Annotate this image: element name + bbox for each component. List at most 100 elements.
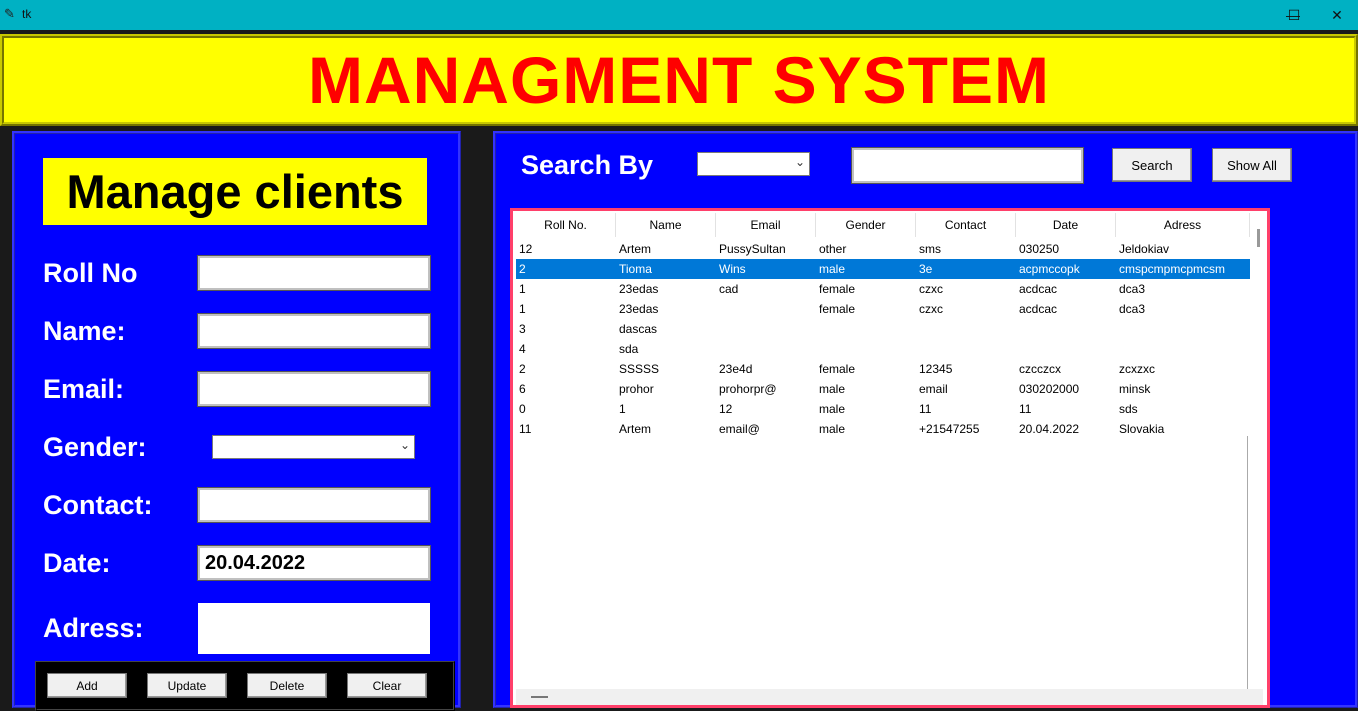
vertical-scrollbar-thumb[interactable] bbox=[1257, 229, 1260, 247]
email-input[interactable] bbox=[197, 371, 431, 407]
table-cell: 3e bbox=[919, 262, 933, 276]
table-cell: 1 bbox=[619, 402, 626, 416]
table-row[interactable]: 11 Artem email@ male +21547255 20.04.2022 Slov… bbox=[516, 419, 1250, 439]
table-row[interactable]: 12 Artem PussySultan other sms 030250 Jeldokia… bbox=[516, 239, 1250, 259]
table-cell: minsk bbox=[1119, 382, 1151, 396]
search-button[interactable]: Search bbox=[1112, 148, 1192, 182]
column-header[interactable]: Gender bbox=[816, 213, 916, 237]
maximize-button[interactable]: ☐ bbox=[1272, 0, 1316, 30]
gender-select[interactable]: ⌄ bbox=[212, 435, 415, 459]
clients-table: Roll No. Name Email Gender Contact Date Adress… bbox=[516, 213, 1250, 688]
adress-textarea[interactable] bbox=[198, 603, 430, 654]
table-cell: 4 bbox=[519, 342, 526, 356]
table-cell: female bbox=[819, 362, 856, 376]
table-cell: Slovakia bbox=[1119, 422, 1165, 436]
table-cell: sda bbox=[619, 342, 639, 356]
column-header[interactable]: Name bbox=[616, 213, 716, 237]
table-cell: 12345 bbox=[919, 362, 953, 376]
date-input[interactable]: 20.04.2022 bbox=[197, 545, 431, 581]
table-cell: PussySultan bbox=[719, 242, 786, 256]
table-cell: 12 bbox=[719, 402, 733, 416]
table-row[interactable]: 3 dascas bbox=[516, 319, 1250, 339]
table-cell: cad bbox=[719, 282, 739, 296]
chevron-down-icon: ⌄ bbox=[399, 438, 410, 452]
app-header: MANAGMENT SYSTEM bbox=[0, 34, 1358, 126]
roll-no-label: Roll No bbox=[43, 258, 138, 288]
table-cell: prohorpr@ bbox=[719, 382, 777, 396]
table-cell: 0 bbox=[519, 402, 526, 416]
clear-button[interactable]: Clear bbox=[347, 673, 427, 698]
table-cell: 23e4d bbox=[719, 362, 753, 376]
table-cell: 3 bbox=[519, 322, 526, 336]
table-cell: 11 bbox=[919, 402, 932, 416]
action-button-bar: Add Update Delete Clear bbox=[35, 661, 455, 711]
table-cell: 1 bbox=[519, 302, 526, 316]
show-all-button[interactable]: Show All bbox=[1212, 148, 1292, 182]
table-row[interactable]: 0 1 12 male 11 11 sds bbox=[516, 399, 1250, 419]
table-cell: male bbox=[819, 422, 846, 436]
table-cell: 6 bbox=[519, 382, 526, 396]
column-header[interactable]: Roll No. bbox=[516, 213, 616, 237]
table-cell: 23edas bbox=[619, 302, 659, 316]
column-header[interactable]: Date bbox=[1016, 213, 1116, 237]
adress-label: Adress: bbox=[43, 613, 144, 643]
close-button[interactable]: ✕ bbox=[1316, 0, 1358, 30]
window-title: tk bbox=[22, 7, 32, 21]
update-button[interactable]: Update bbox=[147, 673, 227, 698]
column-header[interactable]: Email bbox=[716, 213, 816, 237]
table-row[interactable]: 6 prohor prohorpr@ male email 030202000 minsk bbox=[516, 379, 1250, 399]
table-cell: sds bbox=[1119, 402, 1138, 416]
table-cell: other bbox=[819, 242, 847, 256]
window-titlebar: ✎ tk — ☐ ✕ bbox=[0, 0, 1358, 30]
table-cell: female bbox=[819, 282, 856, 296]
search-by-label: Search By bbox=[521, 150, 654, 180]
table-cell: Jeldokiav bbox=[1119, 242, 1170, 256]
table-row[interactable]: 1 23edas female czxc acdcac dca3 bbox=[516, 299, 1250, 319]
table-cell: czxc bbox=[919, 302, 943, 316]
table-cell: czcczcx bbox=[1019, 362, 1061, 376]
table-cell: email bbox=[919, 382, 948, 396]
table-cell: Artem bbox=[619, 422, 652, 436]
roll-no-input[interactable] bbox=[197, 255, 431, 291]
column-header[interactable]: Adress bbox=[1116, 213, 1250, 237]
table-cell: male bbox=[819, 382, 846, 396]
table-cell: email@ bbox=[719, 422, 760, 436]
app-title: MANAGMENT SYSTEM bbox=[308, 43, 1050, 117]
table-cell: 2 bbox=[519, 262, 526, 276]
clients-table-frame: Roll No. Name Email Gender Contact Date Adress… bbox=[510, 208, 1270, 708]
name-input[interactable] bbox=[197, 313, 431, 349]
horizontal-scrollbar-thumb[interactable] bbox=[531, 696, 548, 698]
table-row[interactable]: 1 23edas cad female czxc acdcac dca3 bbox=[516, 279, 1250, 299]
table-cell: female bbox=[819, 302, 856, 316]
table-cell: +21547255 bbox=[919, 422, 980, 436]
table-cell: 23edas bbox=[619, 282, 659, 296]
table-cell: acdcac bbox=[1019, 302, 1058, 316]
table-cell: 2 bbox=[519, 362, 526, 376]
table-cell: 030202000 bbox=[1019, 382, 1080, 396]
table-header: Roll No. Name Email Gender Contact Date Adress bbox=[516, 213, 1250, 237]
email-label: Email: bbox=[43, 374, 125, 404]
table-cell: dca3 bbox=[1119, 302, 1146, 316]
search-by-select[interactable]: ⌄ bbox=[697, 152, 810, 176]
table-cell: Tioma bbox=[619, 262, 652, 276]
table-cell: 11 bbox=[1019, 402, 1032, 416]
add-button[interactable]: Add bbox=[47, 673, 127, 698]
table-row[interactable]: 4 sda bbox=[516, 339, 1250, 359]
table-cell: zcxzxc bbox=[1119, 362, 1155, 376]
table-cell: prohor bbox=[619, 382, 654, 396]
table-row[interactable]: 2 Tioma Wins male 3e acpmccopk cmspcmpmcpmcsm bbox=[516, 259, 1250, 279]
contact-input[interactable] bbox=[197, 487, 431, 523]
table-cell: cmspcmpmcpmcsm bbox=[1119, 262, 1226, 276]
table-cell: SSSSS bbox=[619, 362, 660, 376]
table-cell: 1 bbox=[519, 282, 526, 296]
search-input[interactable] bbox=[851, 147, 1084, 184]
table-cell: male bbox=[819, 402, 846, 416]
delete-button[interactable]: Delete bbox=[247, 673, 327, 698]
column-header[interactable]: Contact bbox=[916, 213, 1016, 237]
horizontal-scrollbar[interactable] bbox=[516, 689, 1263, 705]
table-cell: 030250 bbox=[1019, 242, 1060, 256]
table-row[interactable]: 2 SSSSS 23e4d female 12345 czcczcx zcxzxc bbox=[516, 359, 1250, 379]
name-label: Name: bbox=[43, 316, 126, 346]
table-cell: Artem bbox=[619, 242, 652, 256]
contact-label: Contact: bbox=[43, 490, 153, 520]
